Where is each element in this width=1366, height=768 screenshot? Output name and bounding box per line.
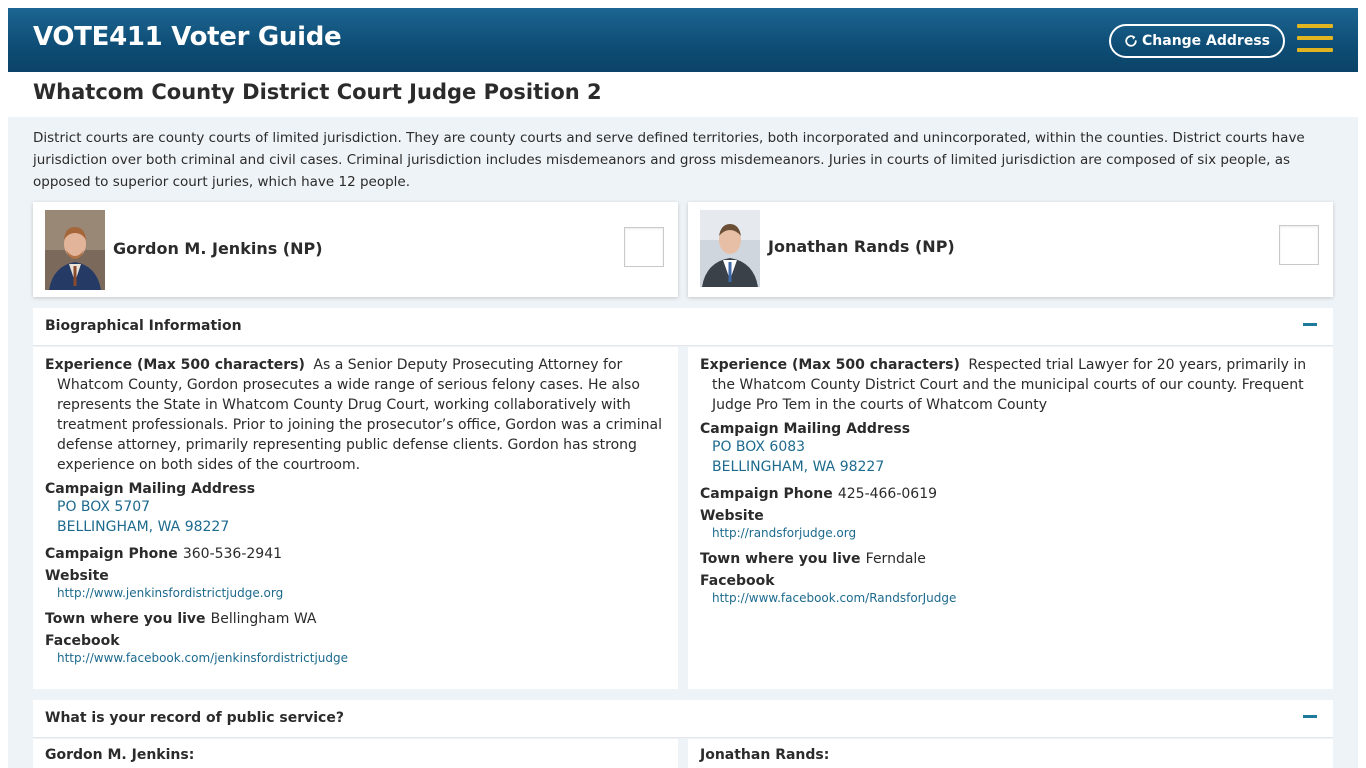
website-block: Website http://randsforjudge.org [700,508,1319,542]
phone-label: Campaign Phone [700,486,833,502]
town-value: Ferndale [865,551,926,567]
facebook-link[interactable]: http://www.facebook.com/jenkinsfordistri… [45,649,664,667]
page-title: Whatcom County District Court Judge Posi… [33,80,602,104]
town-label: Town where you live [45,611,206,627]
section-title: What is your record of public service? [45,710,344,726]
address-label: Campaign Mailing Address [45,481,256,497]
address-line-2[interactable]: BELLINGHAM, WA 98227 [45,517,664,537]
candidate-photo [700,210,760,287]
experience-block: Experience (Max 500 characters) Respecte… [700,355,1319,415]
site-title[interactable]: VOTE411 Voter Guide [33,22,342,52]
address-line-1[interactable]: PO BOX 6083 [700,437,1319,457]
town-block: Town where you live Bellingham WA [45,608,664,627]
phone-block: Campaign Phone 425-466-0619 [700,483,1319,502]
phone-block: Campaign Phone 360-536-2941 [45,543,664,562]
bio-panel-jenkins: Experience (Max 500 characters) As a Sen… [33,347,678,689]
phone-value: 425-466-0619 [837,486,938,502]
phone-label: Campaign Phone [45,546,178,562]
website-label: Website [45,568,109,584]
address-block: Campaign Mailing Address PO BOX 5707 BEL… [45,481,664,537]
race-description: District courts are county courts of lim… [33,130,1305,190]
candidate-card-rands[interactable]: Jonathan Rands (NP) [688,202,1333,297]
address-label: Campaign Mailing Address [700,421,911,437]
town-value: Bellingham WA [210,611,317,627]
hamburger-menu-icon[interactable] [1297,24,1333,52]
experience-label: Experience (Max 500 characters) [45,357,305,373]
minus-icon[interactable] [1303,715,1317,718]
facebook-block: Facebook http://www.facebook.com/jenkins… [45,633,664,667]
top-bar: VOTE411 Voter Guide Change Address [8,8,1358,72]
candidate-name[interactable]: Jonathan Rands (NP) [768,237,955,256]
section-header-public-service[interactable]: What is your record of public service? [33,700,1333,738]
website-link[interactable]: http://randsforjudge.org [700,524,1319,542]
address-line-2[interactable]: BELLINGHAM, WA 98227 [700,457,1319,477]
refresh-icon [1125,35,1137,47]
website-link[interactable]: http://www.jenkinsfordistrictjudge.org [45,584,664,602]
facebook-block: Facebook http://www.facebook.com/Randsfo… [700,573,1319,607]
address-line-1[interactable]: PO BOX 5707 [45,497,664,517]
section-header-biographical[interactable]: Biographical Information [33,308,1333,346]
facebook-label: Facebook [45,633,120,649]
facebook-label: Facebook [700,573,775,589]
phone-value: 360-536-2941 [182,546,283,562]
town-block: Town where you live Ferndale [700,548,1319,567]
answer-candidate-name: Gordon M. Jenkins: [45,747,195,763]
minus-icon[interactable] [1303,323,1317,326]
experience-text: As a Senior Deputy Prosecuting Attorney … [57,357,662,473]
change-address-button[interactable]: Change Address [1109,24,1285,58]
bio-panel-rands: Experience (Max 500 characters) Respecte… [688,347,1333,689]
candidate-select-checkbox[interactable] [624,227,664,267]
candidate-select-checkbox[interactable] [1279,225,1319,265]
website-label: Website [700,508,764,524]
address-block: Campaign Mailing Address PO BOX 6083 BEL… [700,421,1319,477]
facebook-link[interactable]: http://www.facebook.com/RandsforJudge [700,589,1319,607]
experience-block: Experience (Max 500 characters) As a Sen… [45,355,664,475]
website-block: Website http://www.jenkinsfordistrictjud… [45,568,664,602]
candidate-card-jenkins[interactable]: Gordon M. Jenkins (NP) [33,202,678,297]
answer-candidate-name: Jonathan Rands: [700,747,830,763]
section-title: Biographical Information [45,318,242,334]
candidate-name[interactable]: Gordon M. Jenkins (NP) [113,239,323,258]
change-address-label: Change Address [1142,33,1270,49]
town-label: Town where you live [700,551,861,567]
public-service-panel-rands: Jonathan Rands: [688,739,1333,768]
candidate-photo [45,210,105,290]
experience-label: Experience (Max 500 characters) [700,357,960,373]
public-service-panel-jenkins: Gordon M. Jenkins: [33,739,678,768]
